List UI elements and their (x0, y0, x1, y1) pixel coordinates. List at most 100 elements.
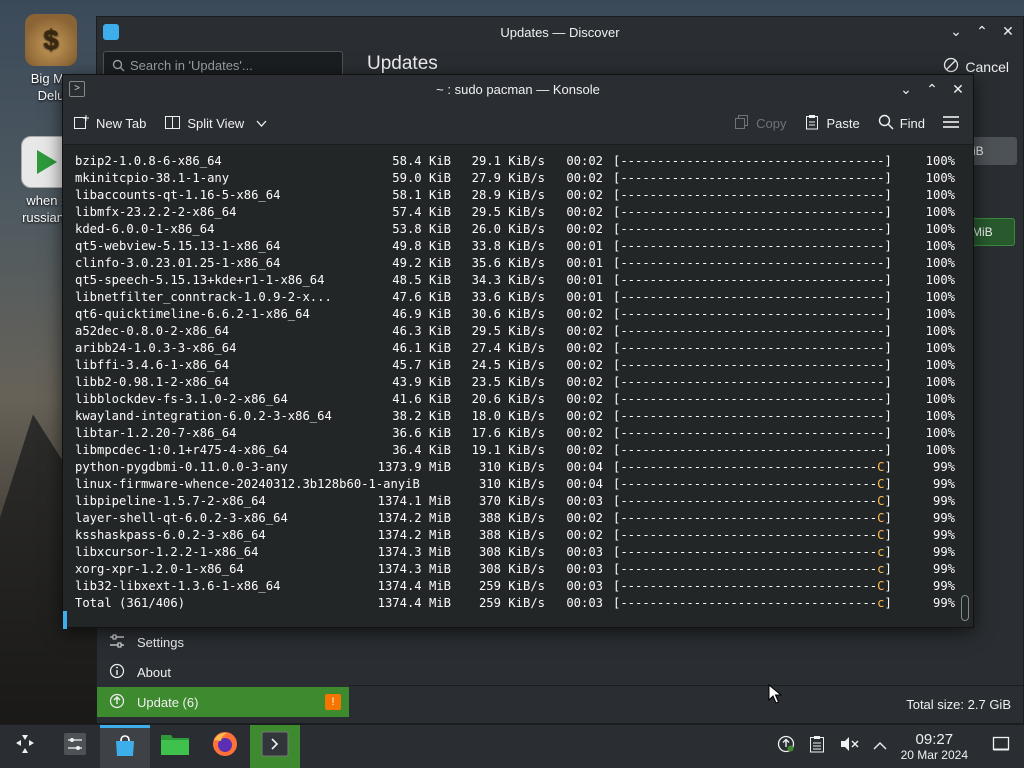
taskbar-item-file-manager[interactable] (150, 725, 200, 768)
scrollbar-thumb[interactable] (961, 595, 969, 621)
terminal-line: linux-firmware-whence-20240312.3b128b60-… (75, 476, 959, 493)
download-rate: 23.5 KiB/s (471, 375, 545, 389)
system-tray: 09:27 20 Mar 2024 (777, 731, 1024, 762)
maximize-icon[interactable]: ⌃ (975, 23, 989, 40)
update-size-button-selected[interactable]: MiB (967, 218, 1015, 246)
terminal-line: libffi-3.4.6-1-x86_64 45.7 KiB 24.5 KiB/s 0… (75, 357, 959, 374)
progress-bar-text: [------------------------------------] (613, 392, 892, 406)
package-name: libmfx-23.2.2-2-x86_64 (75, 205, 237, 219)
elapsed-time: 00:02 (566, 222, 603, 236)
package-name: libtar-1.2.20-7-x86_64 (75, 426, 237, 440)
package-name: a52dec-0.8.0-2-x86_64 (75, 324, 230, 338)
download-size: 1374.3 MiB (377, 562, 451, 576)
taskbar-item-konsole[interactable] (250, 724, 300, 768)
download-size: 49.8 KiB (392, 239, 451, 253)
progress-percent: 100% (925, 188, 955, 202)
package-name: libblockdev-fs-3.1.0-2-x86_64 (75, 392, 288, 406)
hamburger-menu-button[interactable] (943, 115, 959, 132)
progress-percent: 99% (932, 545, 955, 559)
minimize-icon[interactable]: ⌄ (949, 23, 963, 40)
taskbar-item-firefox[interactable] (200, 725, 250, 768)
pacman-glyph: C (877, 460, 885, 474)
pacman-glyph: C (877, 477, 885, 491)
terminal-line: python-pygdbmi-0.11.0.0-3-any 1373.9 MiB 3… (75, 459, 959, 476)
progress-bar-text: [------------------------------------] (613, 273, 892, 287)
elapsed-time: 00:02 (566, 307, 603, 321)
sidebar-item-label: Settings (137, 634, 184, 650)
progress-percent: 100% (925, 273, 955, 287)
info-icon (109, 663, 125, 682)
split-view-label: Split View (187, 116, 245, 131)
package-name: lib32-libxext-1.3.6-1-x86_64 (75, 579, 281, 593)
terminal-line: libtar-1.2.20-7-x86_64 36.6 KiB 17.6 KiB/s… (75, 425, 959, 442)
chevron-up-icon[interactable] (873, 738, 887, 756)
package-name: libb2-0.98.1-2-x86_64 (75, 375, 230, 389)
elapsed-time: 00:02 (566, 358, 603, 372)
progress-bar-text: [-----------------------------------C] (613, 528, 892, 542)
clock-date: 20 Mar 2024 (900, 747, 968, 762)
progress-bar-text: [------------------------------------] (613, 341, 892, 355)
discover-app-icon (103, 24, 119, 40)
sidebar-item-about[interactable]: About (97, 657, 349, 687)
konsole-window: > ~ : sudo pacman — Konsole ⌄ ⌃ ✕ New Ta… (62, 74, 974, 629)
terminal-cursor-marker (63, 611, 67, 629)
pacman-glyph: C (877, 528, 885, 542)
download-rate: 33.8 KiB/s (471, 239, 545, 253)
volume-muted-icon[interactable] (839, 735, 859, 758)
find-button[interactable]: Find (878, 114, 925, 133)
copy-button[interactable]: Copy (734, 114, 786, 133)
progress-bar-text: [------------------------------------] (613, 443, 892, 457)
progress-percent: 100% (925, 239, 955, 253)
progress-percent: 100% (925, 409, 955, 423)
download-size: 48.5 KiB (392, 273, 451, 287)
discover-titlebar[interactable]: Updates — Discover ⌄ ⌃ ✕ (97, 17, 1023, 47)
package-name: clinfo-3.0.23.01.25-1-x86_64 (75, 256, 281, 270)
update-size-button[interactable]: iB (967, 137, 1017, 165)
terminal-line: libmpcdec-1:0.1+r475-4-x86_64 36.4 KiB 19.… (75, 442, 959, 459)
chevron-down-icon[interactable] (256, 116, 267, 131)
konsole-app-icon: > (69, 81, 85, 97)
close-icon[interactable]: ✕ (1001, 23, 1015, 40)
download-size: 1374.1 MiB (377, 494, 451, 508)
package-name: kded-6.0.0-1-x86_64 (75, 222, 215, 236)
progress-percent: 99% (932, 562, 955, 576)
show-desktop-icon[interactable] (992, 736, 1010, 757)
download-rate: 388 KiB/s (478, 511, 545, 525)
konsole-toolbar: New Tab Split View Copy Paste Find (63, 103, 973, 145)
new-tab-button[interactable]: New Tab (73, 114, 146, 134)
clipboard-icon[interactable] (809, 735, 825, 758)
download-rate: 17.6 KiB/s (471, 426, 545, 440)
sidebar-item-update[interactable]: Update (6) ! (97, 687, 349, 717)
elapsed-time: 00:03 (566, 579, 603, 593)
terminal-line: layer-shell-qt-6.0.2-3-x86_64 1374.2 MiB 3… (75, 510, 959, 527)
konsole-titlebar[interactable]: > ~ : sudo pacman — Konsole ⌄ ⌃ ✕ (63, 75, 973, 103)
download-size: 1374.4 MiB (377, 579, 451, 593)
elapsed-time: 00:02 (566, 341, 603, 355)
minimize-icon[interactable]: ⌄ (899, 81, 913, 98)
progress-percent: 99% (932, 511, 955, 525)
download-size: 46.9 KiB (392, 307, 451, 321)
progress-bar-text: [-----------------------------------C] (613, 579, 892, 593)
maximize-icon[interactable]: ⌃ (925, 81, 939, 98)
digital-clock[interactable]: 09:27 20 Mar 2024 (900, 731, 968, 762)
elapsed-time: 00:03 (566, 494, 603, 508)
terminal-output[interactable]: bzip2-1.0.8-6-x86_64 58.4 KiB 29.1 KiB/s 00… (63, 147, 959, 627)
taskbar-item-discover[interactable] (100, 724, 150, 768)
application-launcher-button[interactable] (0, 725, 50, 768)
download-rate: 26.0 KiB/s (471, 222, 545, 236)
sidebar-item-settings[interactable]: Settings (97, 627, 349, 657)
discover-window-title: Updates — Discover (500, 24, 620, 40)
update-notifier-icon[interactable] (777, 735, 795, 758)
terminal-scrollbar[interactable] (957, 147, 973, 627)
taskbar-item-settings[interactable] (50, 725, 100, 768)
paste-button[interactable]: Paste (804, 114, 860, 133)
download-rate: 259 KiB/s (478, 596, 545, 610)
elapsed-time: 00:02 (566, 205, 603, 219)
download-rate: 29.1 KiB/s (471, 154, 545, 168)
download-size: 58.4 KiB (392, 154, 451, 168)
close-icon[interactable]: ✕ (951, 81, 965, 98)
terminal-line: libblockdev-fs-3.1.0-2-x86_64 41.6 KiB 20.… (75, 391, 959, 408)
package-name: kwayland-integration-6.0.2-3-x86_64 (75, 409, 332, 423)
split-view-button[interactable]: Split View (164, 114, 267, 134)
progress-bar-text: [------------------------------------] (613, 188, 892, 202)
